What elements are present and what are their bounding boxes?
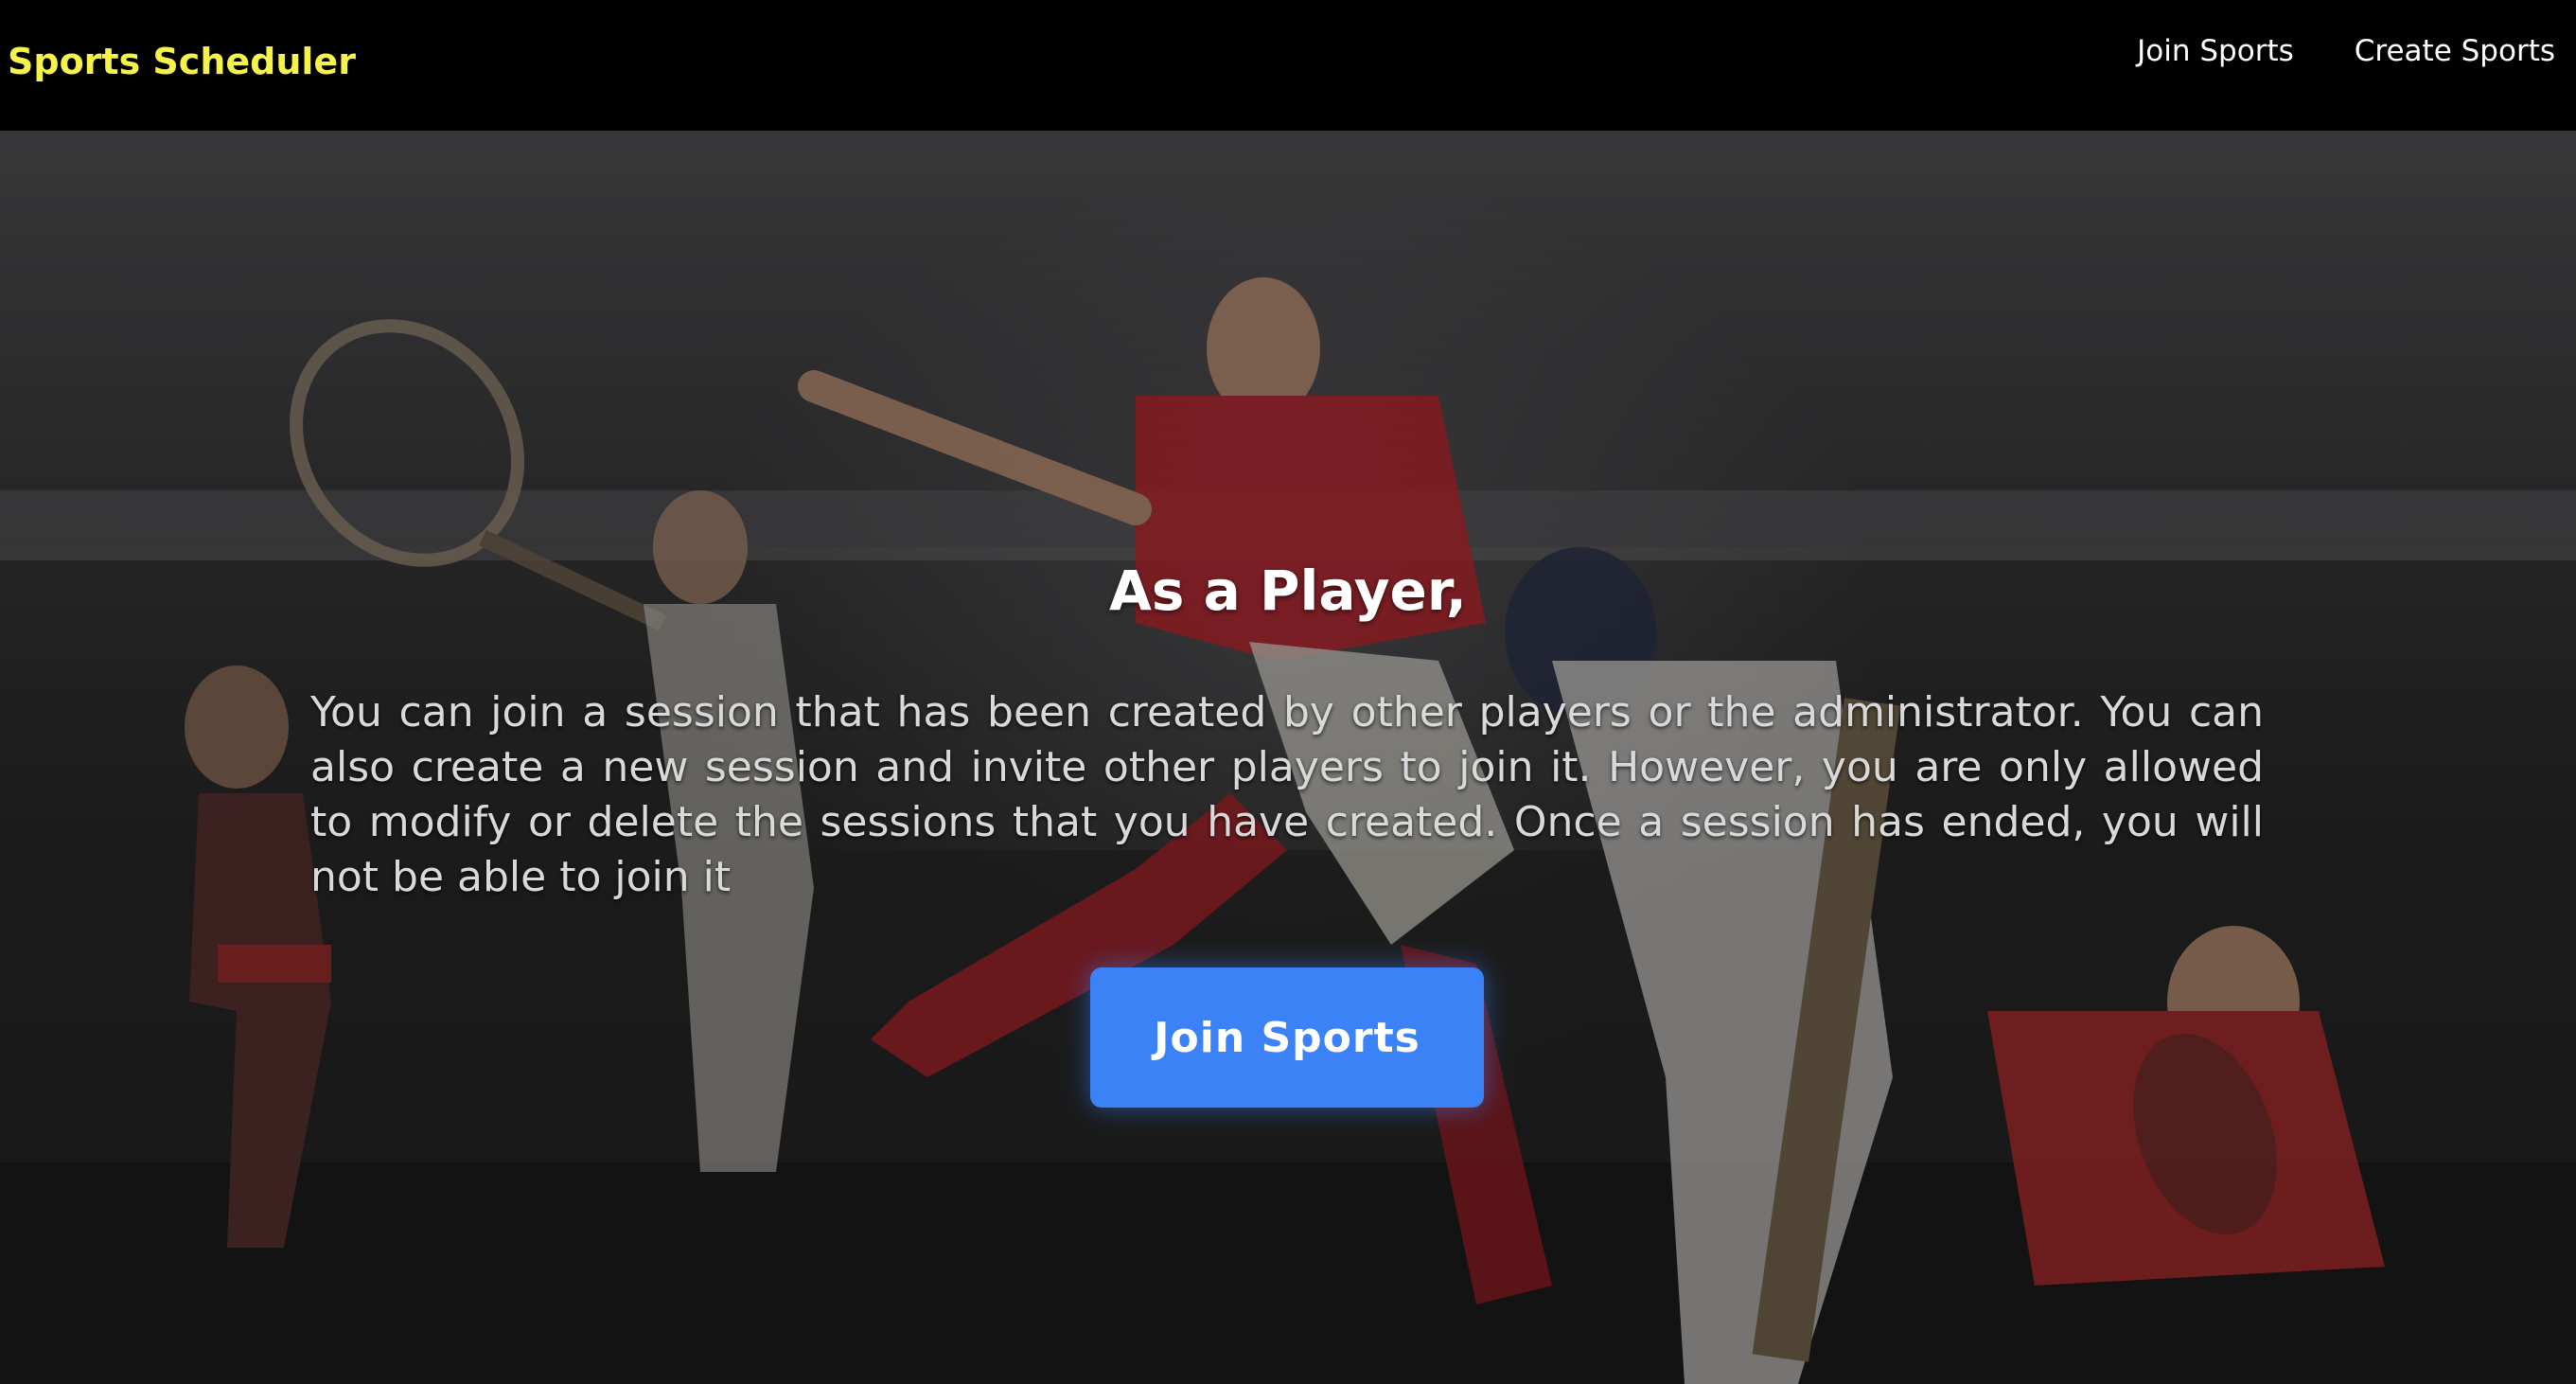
nav-links: Join Sports Create Sports <box>2137 28 2555 74</box>
hero-title: As a Player, <box>1109 559 1467 623</box>
nav-link-join-sports[interactable]: Join Sports <box>2137 28 2294 74</box>
join-sports-button[interactable]: Join Sports <box>1090 967 1484 1108</box>
nav-link-create-sports[interactable]: Create Sports <box>2355 28 2555 74</box>
hero-description: You can join a session that has been cre… <box>310 688 2264 901</box>
top-navbar: Sports Scheduler Join Sports Create Spor… <box>0 0 2576 131</box>
brand-logo-link[interactable]: Sports Scheduler <box>8 38 356 85</box>
hero-section: As a Player, You can join a session that… <box>0 131 2576 1384</box>
